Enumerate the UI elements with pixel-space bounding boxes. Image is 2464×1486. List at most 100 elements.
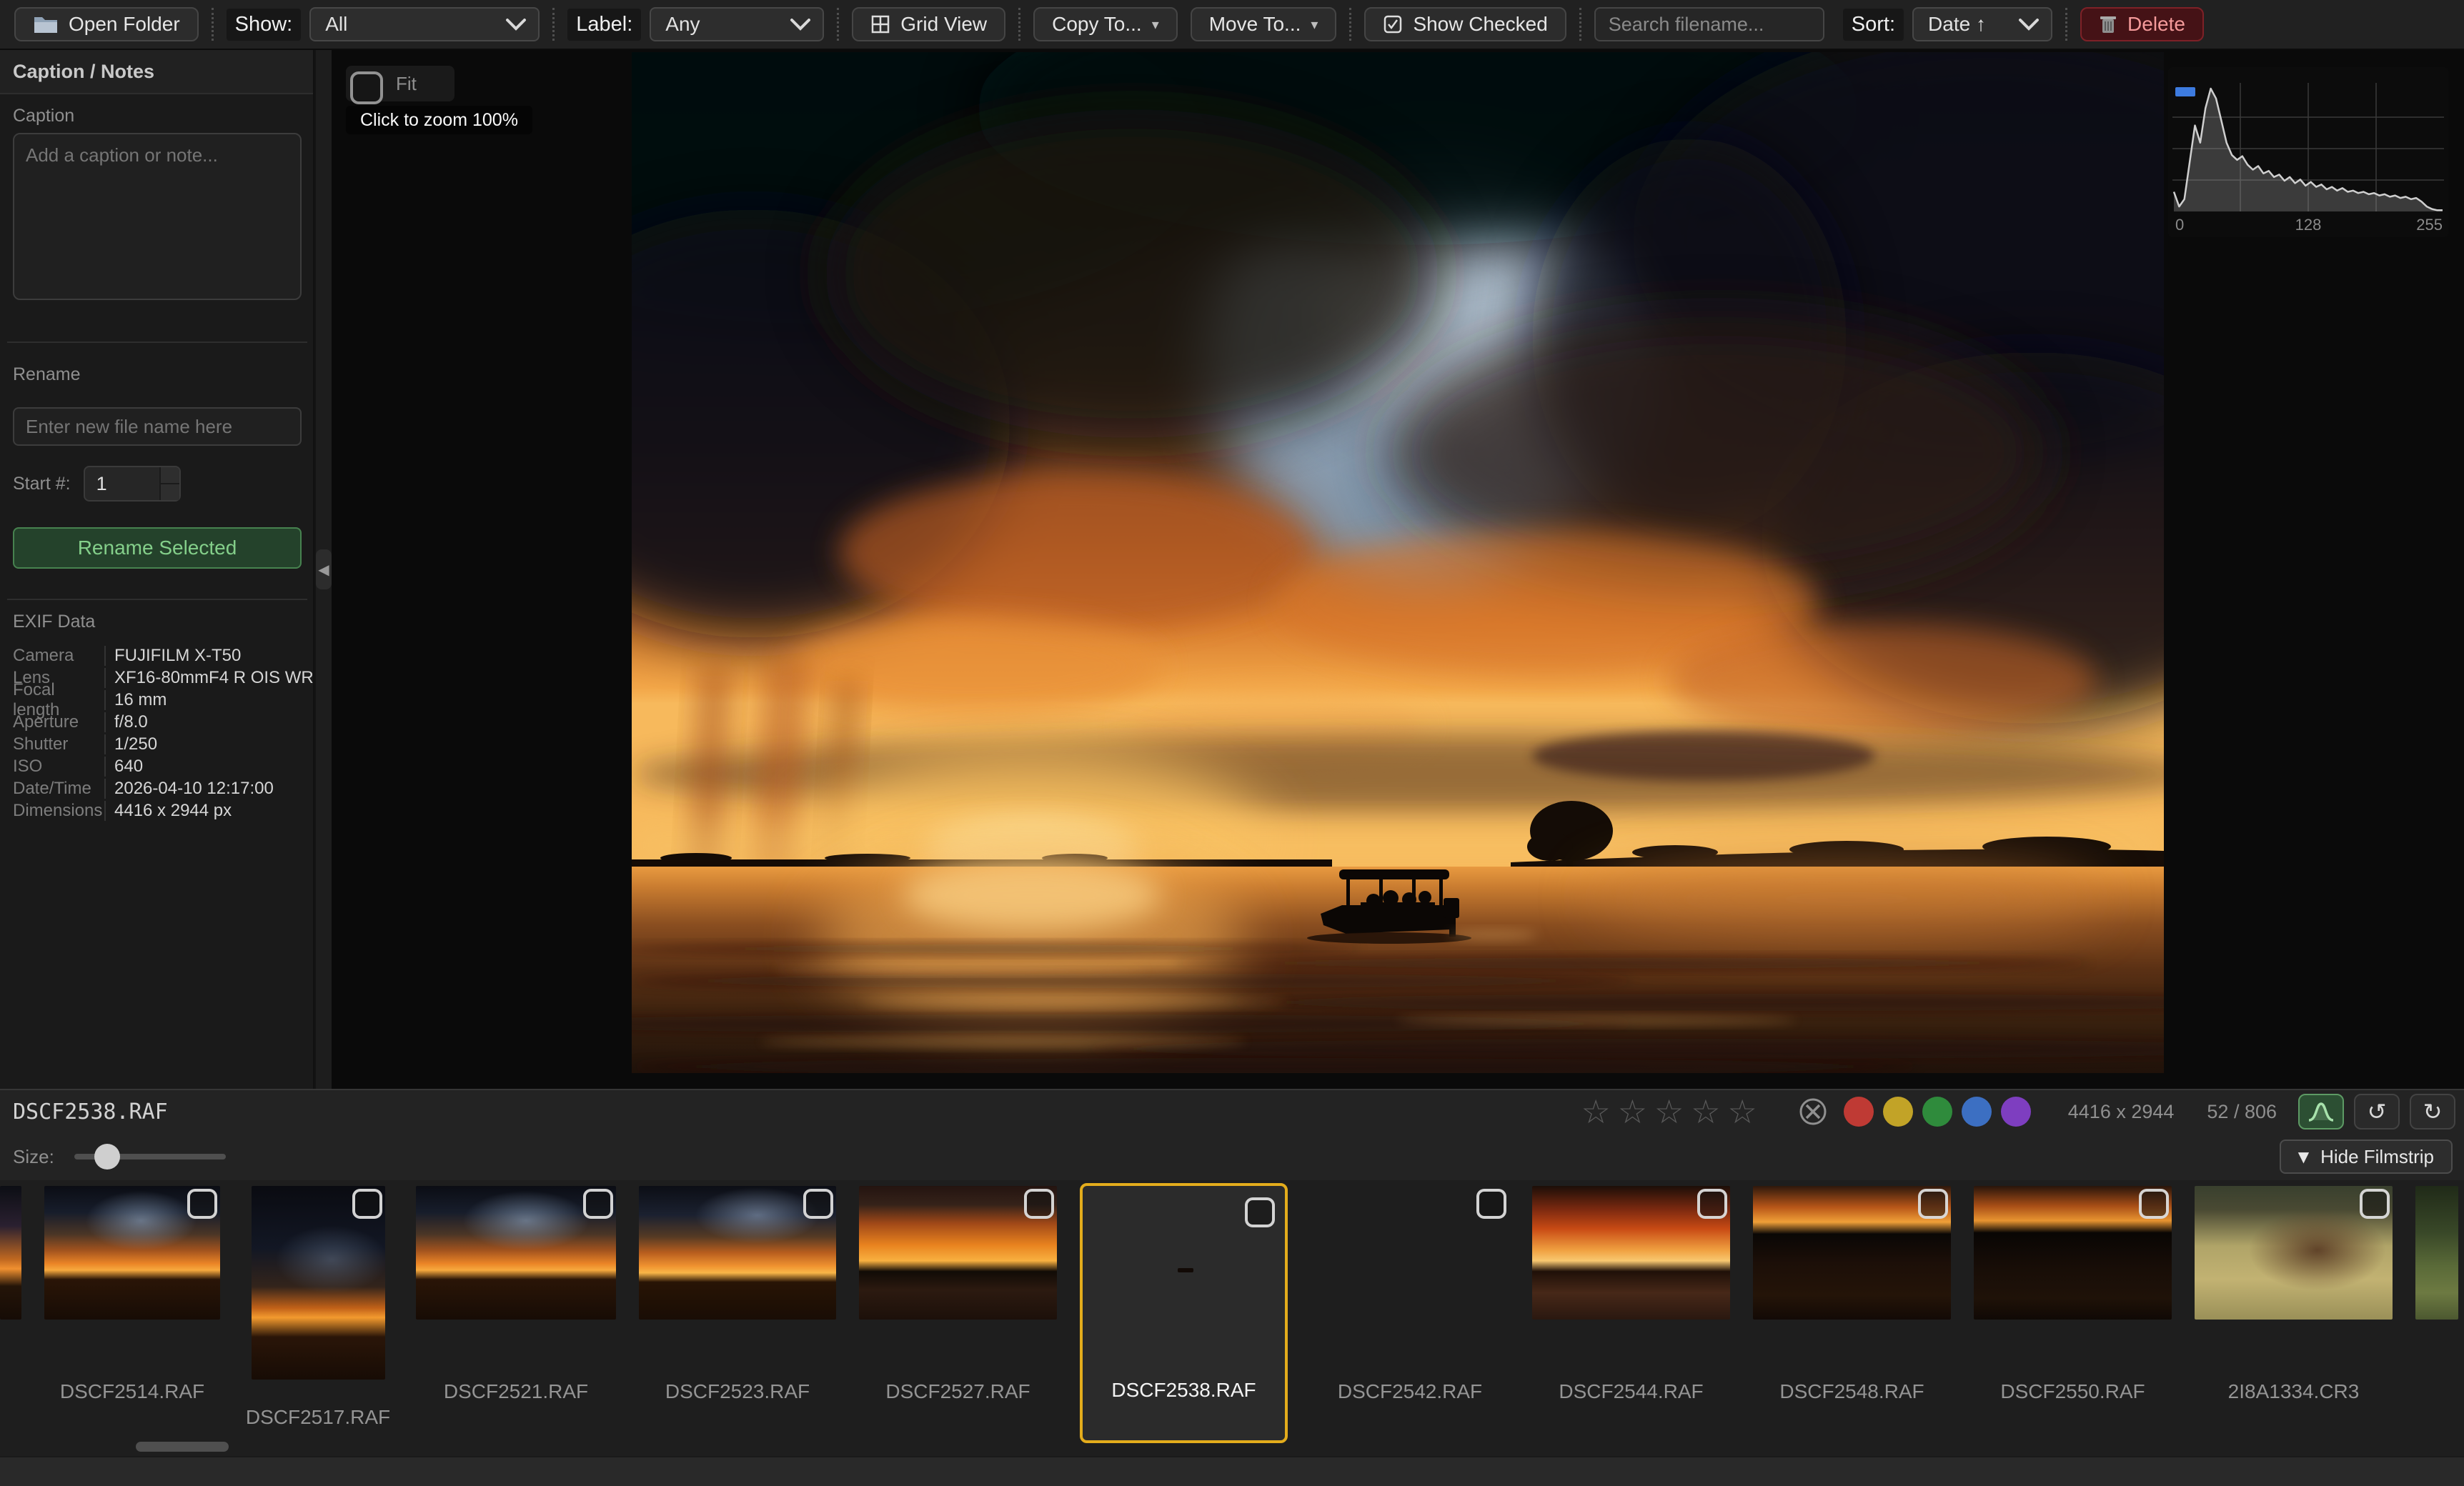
thumbnail-checkbox[interactable] bbox=[1476, 1189, 1506, 1219]
divider bbox=[7, 341, 307, 343]
star-icon[interactable]: ☆ bbox=[1581, 1095, 1611, 1128]
thumbnail-checkbox[interactable] bbox=[803, 1189, 833, 1219]
thumbnail-image[interactable] bbox=[1093, 1195, 1278, 1322]
rotate-cw-button[interactable]: ↻ bbox=[2410, 1094, 2455, 1130]
hide-filmstrip-button[interactable]: ▼ Hide Filmstrip bbox=[2280, 1140, 2453, 1174]
thumbnail-checkbox[interactable] bbox=[352, 1189, 382, 1219]
delete-button[interactable]: Delete bbox=[2080, 7, 2204, 41]
exif-key: Dimensions bbox=[13, 801, 104, 821]
filmstrip-item[interactable]: DSCF2527.RAF bbox=[859, 1186, 1057, 1450]
thumbnail-checkbox[interactable] bbox=[2139, 1189, 2169, 1219]
color-label-blue[interactable] bbox=[1962, 1097, 1992, 1127]
thumbnail-filename: DSCF2548.RAF bbox=[1779, 1380, 1924, 1403]
sidebar-collapse-button[interactable]: ◀ bbox=[316, 549, 332, 589]
exif-row: Shutter1/250 bbox=[13, 733, 302, 755]
size-slider[interactable] bbox=[74, 1154, 226, 1160]
thumbnail-image[interactable] bbox=[0, 1186, 21, 1320]
exif-value: FUJIFILM X-T50 bbox=[104, 646, 241, 666]
image-position-counter: 52 / 806 bbox=[2207, 1101, 2277, 1123]
star-icon[interactable]: ☆ bbox=[1654, 1095, 1684, 1128]
filmstrip-scrollbar[interactable] bbox=[136, 1442, 229, 1452]
color-label-purple[interactable] bbox=[2001, 1097, 2031, 1127]
show-filter-value: All bbox=[325, 13, 347, 36]
grid-view-button[interactable]: Grid View bbox=[852, 7, 1005, 41]
filmstrip-item[interactable]: DSCF2548.RAF bbox=[1753, 1186, 1951, 1450]
filmstrip-item-partial[interactable] bbox=[0, 1186, 21, 1450]
thumbnail-checkbox[interactable] bbox=[1245, 1197, 1275, 1227]
triangle-down-icon: ▼ bbox=[2298, 1148, 2309, 1165]
move-to-button[interactable]: Move To... ▾ bbox=[1191, 7, 1337, 41]
image-checkbox[interactable] bbox=[350, 71, 383, 104]
caption-textarea[interactable] bbox=[13, 133, 302, 300]
filmstrip-item[interactable]: DSCF2521.RAF bbox=[416, 1186, 616, 1450]
filmstrip-item[interactable]: DSCF2523.RAF bbox=[639, 1186, 836, 1450]
start-number-input[interactable]: 1 bbox=[84, 466, 181, 502]
move-to-label: Move To... bbox=[1209, 13, 1301, 36]
filmstrip-item-selected[interactable]: DSCF2538.RAF bbox=[1080, 1183, 1288, 1443]
sort-select[interactable]: Date ↑ bbox=[1912, 7, 2052, 41]
number-spinner[interactable] bbox=[159, 467, 179, 500]
thumbnail-checkbox[interactable] bbox=[1918, 1189, 1948, 1219]
thumbnail-image[interactable] bbox=[1753, 1186, 1951, 1320]
size-slider-thumb[interactable] bbox=[94, 1144, 120, 1170]
thumbnail-image[interactable] bbox=[2415, 1186, 2458, 1320]
chevron-down-icon bbox=[505, 18, 527, 31]
star-icon[interactable]: ☆ bbox=[1618, 1095, 1647, 1128]
hide-filmstrip-label: Hide Filmstrip bbox=[2320, 1146, 2434, 1168]
thumbnail-image[interactable] bbox=[639, 1186, 836, 1320]
thumbnail-image[interactable] bbox=[252, 1186, 385, 1380]
thumbnail-filename: DSCF2538.RAF bbox=[1111, 1379, 1256, 1402]
search-input[interactable] bbox=[1594, 7, 1824, 41]
rename-selected-button[interactable]: Rename Selected bbox=[13, 527, 302, 569]
fit-badge-label: Fit bbox=[396, 73, 417, 95]
toolbar-separator bbox=[837, 8, 839, 41]
show-filter-label: Show: bbox=[227, 9, 302, 41]
filmstrip-item[interactable]: DSCF2514.RAF bbox=[44, 1186, 220, 1450]
copy-to-button[interactable]: Copy To... ▾ bbox=[1033, 7, 1178, 41]
show-checked-button[interactable]: Show Checked bbox=[1364, 7, 1566, 41]
star-icon[interactable]: ☆ bbox=[1691, 1095, 1720, 1128]
thumbnail-image[interactable] bbox=[2195, 1186, 2393, 1320]
color-label-green[interactable] bbox=[1922, 1097, 1952, 1127]
exif-value: 640 bbox=[104, 757, 143, 777]
thumbnail-image[interactable] bbox=[44, 1186, 220, 1320]
star-icon[interactable]: ☆ bbox=[1728, 1095, 1757, 1128]
thumbnail-image[interactable] bbox=[416, 1186, 616, 1320]
show-filter-select[interactable]: All bbox=[309, 7, 540, 41]
filmstrip-controls-row: Size: ▼ Hide Filmstrip bbox=[0, 1133, 2464, 1180]
grid-view-label: Grid View bbox=[900, 13, 987, 36]
toolbar-separator bbox=[1579, 8, 1581, 41]
filmstrip-item[interactable]: DSCF2517.RAF bbox=[243, 1186, 393, 1450]
main-photo[interactable] bbox=[632, 52, 2164, 1073]
thumbnail-image[interactable] bbox=[859, 1186, 1057, 1320]
exif-value: 16 mm bbox=[104, 690, 167, 710]
color-label-red[interactable] bbox=[1844, 1097, 1874, 1127]
main-viewer: Fit Click to zoom 100% 0 128 255 bbox=[332, 50, 2464, 1089]
thumbnail-checkbox[interactable] bbox=[1024, 1189, 1054, 1219]
thumbnail-checkbox[interactable] bbox=[187, 1189, 217, 1219]
color-label-yellow[interactable] bbox=[1883, 1097, 1913, 1127]
rotate-ccw-button[interactable]: ↺ bbox=[2354, 1094, 2400, 1130]
color-label-picker bbox=[1797, 1096, 2031, 1127]
label-filter-value: Any bbox=[665, 13, 700, 36]
show-checked-label: Show Checked bbox=[1413, 13, 1547, 36]
rename-input[interactable] bbox=[13, 407, 302, 446]
exif-row: Focal length16 mm bbox=[13, 689, 302, 711]
open-folder-button[interactable]: Open Folder bbox=[14, 7, 199, 41]
exif-value: 2026-04-10 12:17:00 bbox=[104, 779, 274, 799]
label-filter-select[interactable]: Any bbox=[650, 7, 824, 41]
filmstrip-item[interactable]: DSCF2544.RAF bbox=[1532, 1186, 1730, 1450]
filmstrip-item[interactable]: DSCF2542.RAF bbox=[1311, 1186, 1509, 1450]
thumbnail-checkbox[interactable] bbox=[1697, 1189, 1727, 1219]
clear-color-label-icon[interactable] bbox=[1797, 1096, 1829, 1127]
filmstrip-item[interactable]: 2I8A1334.CR3 bbox=[2195, 1186, 2393, 1450]
size-label: Size: bbox=[13, 1146, 54, 1168]
thumbnail-checkbox[interactable] bbox=[2360, 1189, 2390, 1219]
filmstrip-item-partial[interactable] bbox=[2415, 1186, 2458, 1450]
filmstrip-item[interactable]: DSCF2550.RAF bbox=[1974, 1186, 2172, 1450]
thumbnail-image[interactable] bbox=[1974, 1186, 2172, 1320]
histogram-toggle-button[interactable] bbox=[2298, 1094, 2344, 1130]
thumbnail-image[interactable] bbox=[1532, 1186, 1730, 1320]
thumbnail-checkbox[interactable] bbox=[583, 1189, 613, 1219]
thumbnail-image[interactable] bbox=[1311, 1186, 1509, 1320]
